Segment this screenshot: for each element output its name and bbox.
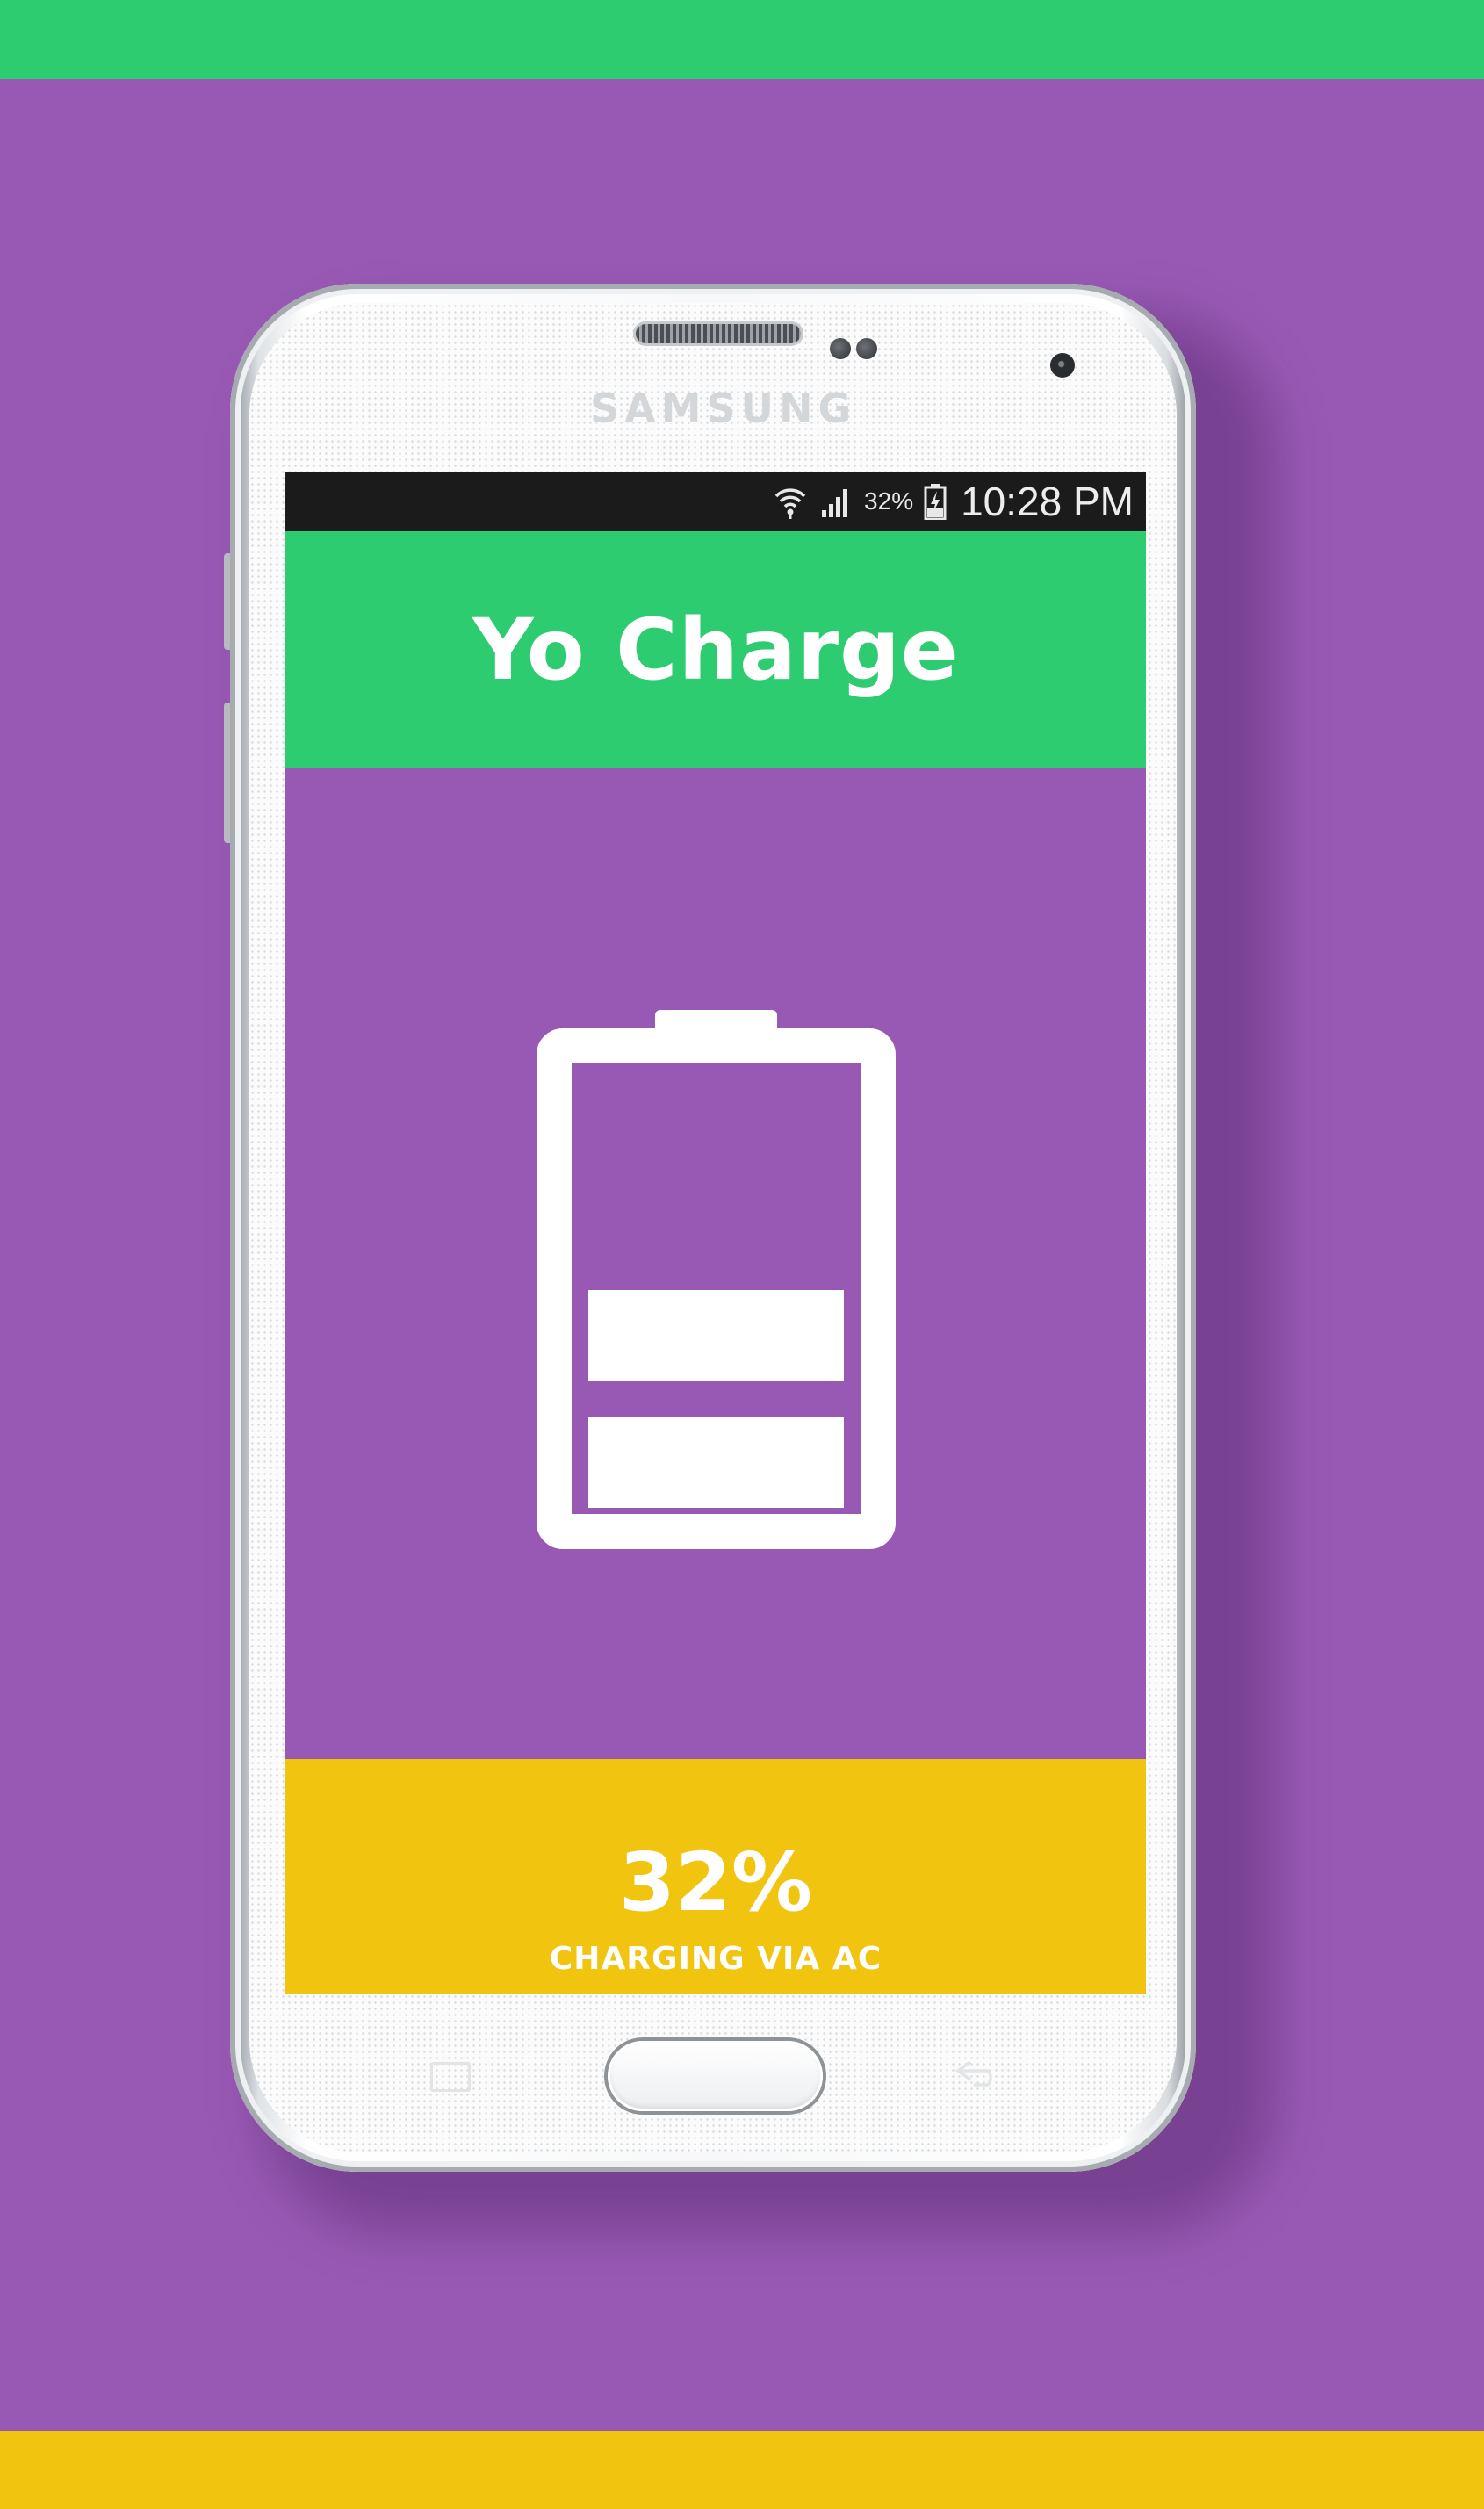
home-button[interactable] bbox=[608, 2041, 823, 2111]
phone-screen: 32% 10:28 PM Yo Charge 32% CHARGING VIA … bbox=[285, 472, 1146, 1994]
bottom-color-band bbox=[0, 2431, 1484, 2509]
app-title: Yo Charge bbox=[472, 601, 959, 699]
battery-level-bar bbox=[588, 1417, 844, 1508]
signal-icon bbox=[818, 484, 854, 519]
top-color-band bbox=[0, 0, 1484, 79]
light-sensor bbox=[856, 338, 877, 359]
recent-apps-key[interactable] bbox=[430, 2062, 471, 2092]
front-camera bbox=[1050, 353, 1075, 378]
charging-source: CHARGING VIA AC bbox=[549, 1941, 882, 1977]
battery-level-bars bbox=[588, 1290, 844, 1508]
status-bar: 32% 10:28 PM bbox=[285, 472, 1146, 531]
charge-percent: 32% bbox=[618, 1835, 813, 1929]
status-bar-right: 32% 10:28 PM bbox=[773, 472, 1134, 531]
battery-icon bbox=[537, 1010, 896, 1549]
battery-graphic bbox=[285, 768, 1146, 1759]
charging-status-panel: 32% CHARGING VIA AC bbox=[285, 1759, 1146, 1994]
back-key[interactable] bbox=[953, 2058, 1002, 2088]
battery-charging-icon bbox=[924, 483, 947, 520]
app-header: Yo Charge bbox=[285, 531, 1146, 768]
battery-level-bar bbox=[588, 1290, 844, 1381]
earpiece-speaker bbox=[636, 324, 801, 343]
proximity-sensor bbox=[830, 338, 851, 359]
status-battery-percent: 32% bbox=[864, 487, 914, 515]
status-clock: 10:28 PM bbox=[961, 479, 1134, 524]
wifi-icon bbox=[773, 484, 808, 519]
brand-logo: SAMSUNG bbox=[590, 385, 857, 432]
